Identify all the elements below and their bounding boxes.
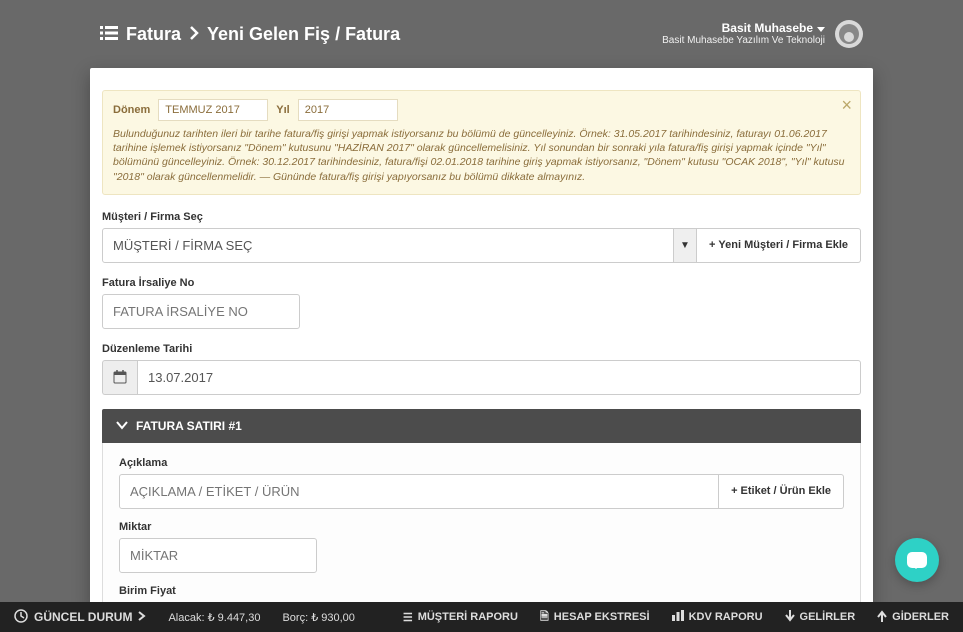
- user-text: Basit Muhasebe Basit Muhasebe Yazılım Ve…: [662, 21, 825, 47]
- donem-input[interactable]: [158, 99, 268, 121]
- status-borc: Borç: ₺ 930,00: [282, 611, 354, 624]
- yil-label: Yıl: [276, 104, 289, 116]
- list-icon: [100, 24, 118, 45]
- arrow-up-icon: [877, 610, 887, 625]
- nav-hesap-ekstresi[interactable]: 🗎HESAP EKSTRESİ: [540, 608, 650, 627]
- line-header[interactable]: FATURA SATIRI #1: [102, 409, 861, 443]
- user-name: Basit Muhasebe: [722, 21, 813, 35]
- status-alacak: Alacak: ₺ 9.447,30: [168, 611, 260, 624]
- chat-icon: [907, 552, 927, 568]
- date-input[interactable]: [137, 360, 861, 395]
- status-heading[interactable]: GÜNCEL DURUM: [14, 609, 146, 626]
- calendar-icon[interactable]: [102, 360, 137, 395]
- add-customer-button[interactable]: +Yeni Müşteri / Firma Ekle: [697, 228, 861, 263]
- date-label: Düzenleme Tarihi: [102, 343, 861, 355]
- nav-giderler[interactable]: GİDERLER: [877, 610, 949, 625]
- customer-row: Müşteri / Firma Seç MÜŞTERİ / FİRMA SEÇ …: [102, 211, 861, 263]
- yil-input[interactable]: [298, 99, 398, 121]
- breadcrumb: Fatura Yeni Gelen Fiş / Fatura: [100, 24, 400, 45]
- chevron-right-icon: [138, 610, 146, 624]
- clock-icon: [14, 609, 28, 626]
- chevron-down-icon: [116, 419, 128, 433]
- nav-kdv-raporu[interactable]: KDV RAPORU: [672, 610, 763, 624]
- price-label: Birim Fiyat: [119, 585, 844, 597]
- date-row: Düzenleme Tarihi: [102, 343, 861, 395]
- arrow-down-icon: [785, 610, 795, 625]
- plus-icon: +: [709, 239, 715, 251]
- add-label-button[interactable]: +Etiket / Ürün Ekle: [719, 474, 844, 509]
- user-menu[interactable]: Basit Muhasebe Basit Muhasebe Yazılım Ve…: [662, 20, 863, 48]
- invoice-no-row: Fatura İrsaliye No: [102, 277, 861, 329]
- desc-input[interactable]: [119, 474, 719, 509]
- invoice-no-label: Fatura İrsaliye No: [102, 277, 861, 289]
- qty-input[interactable]: [119, 538, 317, 573]
- close-icon[interactable]: ×: [841, 95, 852, 116]
- user-subtitle: Basit Muhasebe Yazılım Ve Teknoloji: [662, 35, 825, 47]
- customer-label: Müşteri / Firma Seç: [102, 211, 861, 223]
- breadcrumb-section[interactable]: Fatura: [126, 24, 181, 45]
- document-icon: 🗎: [540, 608, 549, 627]
- avatar[interactable]: [835, 20, 863, 48]
- breadcrumb-page: Yeni Gelen Fiş / Fatura: [207, 24, 400, 45]
- desc-label: Açıklama: [119, 457, 844, 469]
- top-header: Fatura Yeni Gelen Fiş / Fatura Basit Muh…: [0, 0, 963, 68]
- plus-icon: +: [731, 485, 737, 497]
- chevron-down-icon[interactable]: ▼: [674, 228, 697, 263]
- nav-musteri-raporu[interactable]: ☰MÜŞTERİ RAPORU: [403, 611, 518, 624]
- alert-text: Bulunduğunuz tarihten ileri bir tarihe f…: [113, 127, 850, 184]
- chat-button[interactable]: [895, 538, 939, 582]
- nav-gelirler[interactable]: GELİRLER: [785, 610, 856, 625]
- period-alert: × Dönem Yıl Bulunduğunuz tarihten ileri …: [102, 90, 861, 195]
- line-header-title: FATURA SATIRI #1: [136, 419, 242, 433]
- list-icon: ☰: [403, 611, 413, 624]
- invoice-no-input[interactable]: [102, 294, 300, 329]
- status-bar: GÜNCEL DURUM Alacak: ₺ 9.447,30 Borç: ₺ …: [0, 602, 963, 632]
- customer-select[interactable]: MÜŞTERİ / FİRMA SEÇ: [102, 228, 674, 263]
- line-box: Açıklama +Etiket / Ürün Ekle Miktar Biri…: [102, 443, 861, 608]
- chevron-right-icon: [189, 26, 199, 43]
- chart-icon: [672, 610, 684, 624]
- donem-label: Dönem: [113, 104, 150, 116]
- chevron-down-icon: [817, 27, 825, 32]
- main-panel: × Dönem Yıl Bulunduğunuz tarihten ileri …: [90, 68, 873, 608]
- qty-label: Miktar: [119, 521, 844, 533]
